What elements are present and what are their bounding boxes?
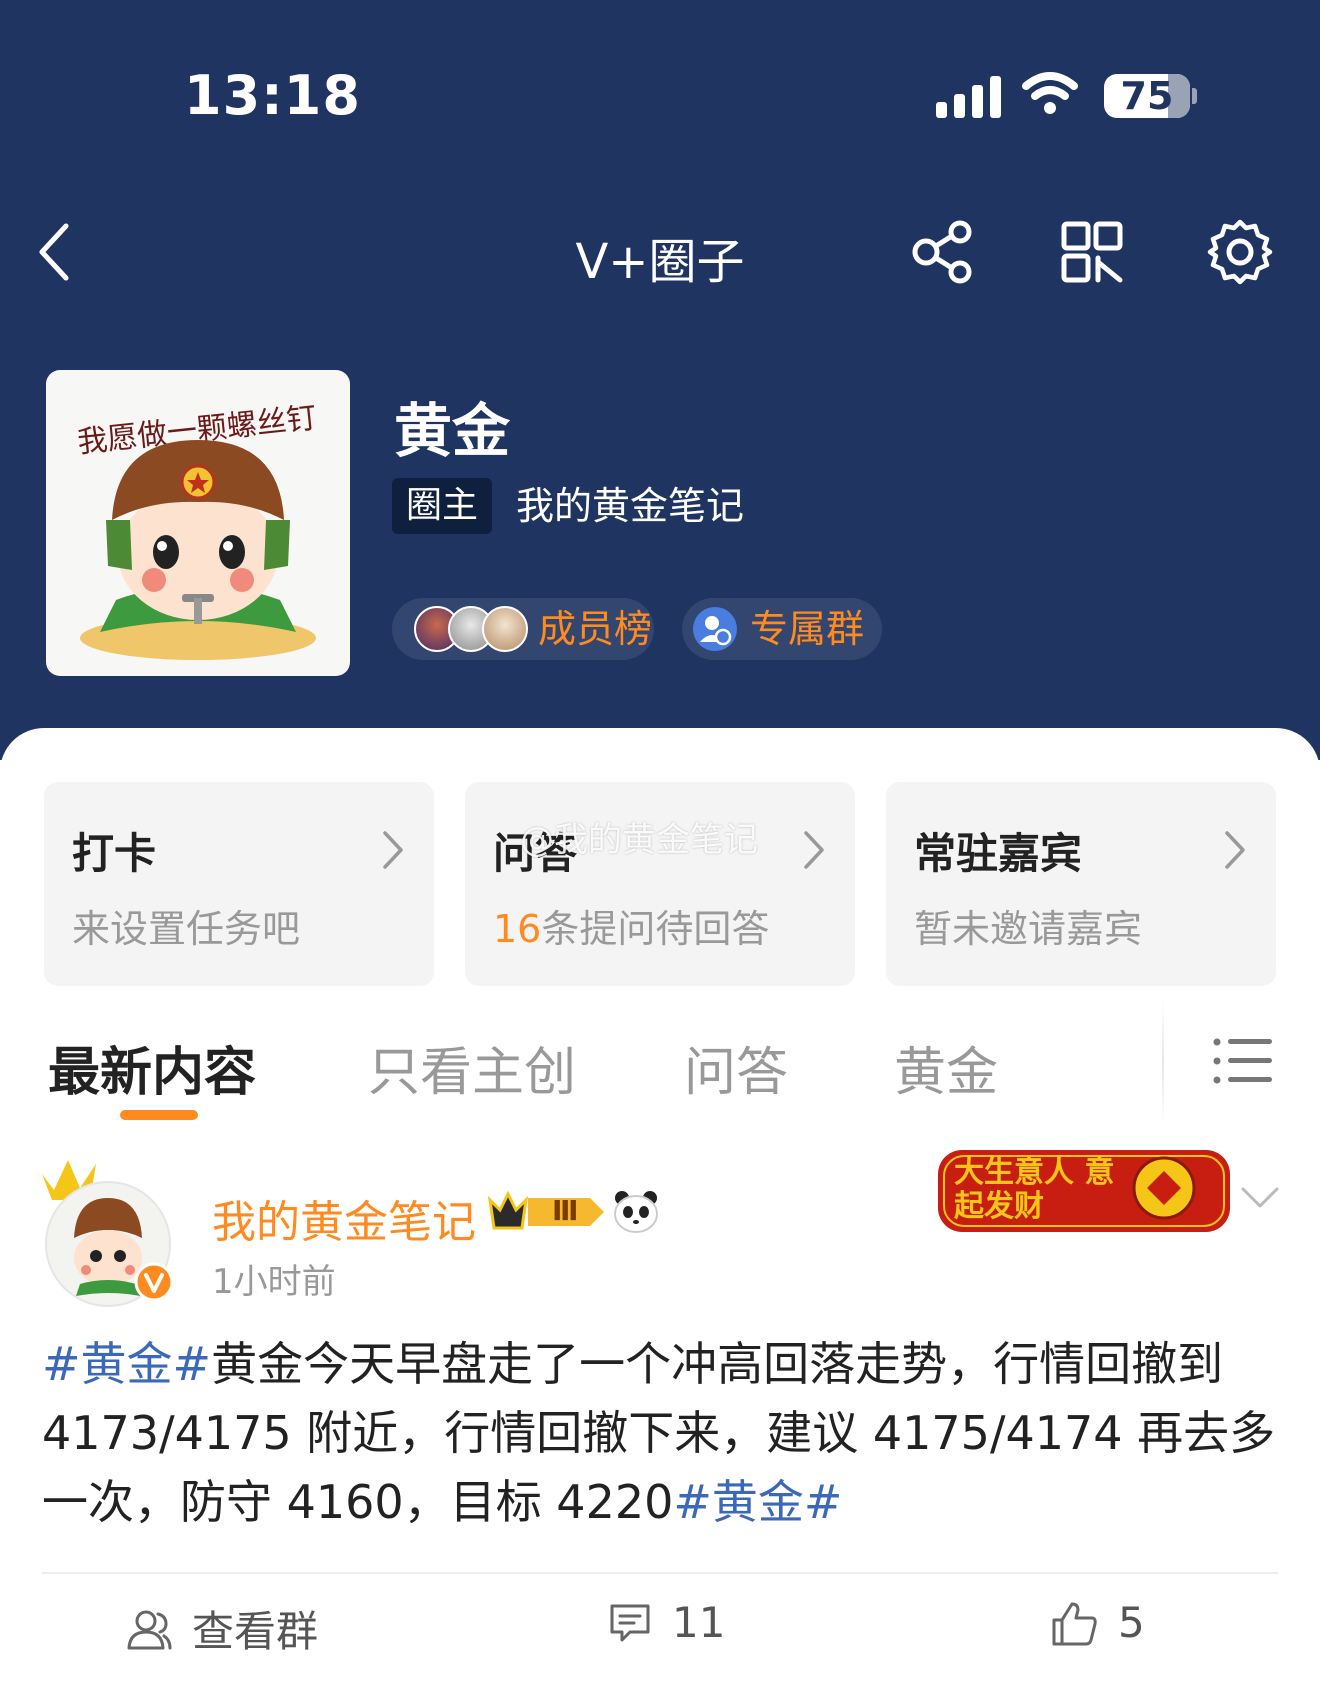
level-badge[interactable]: Ⅲ	[487, 1190, 606, 1238]
decorative-banner[interactable]: 大生意人 意起发财	[936, 1144, 1236, 1236]
owner-name[interactable]: 我的黄金笔记	[516, 480, 744, 532]
post-time: 1小时前	[212, 1262, 336, 1302]
signal-icon	[936, 74, 1004, 118]
tab-qa[interactable]: 问答	[684, 1030, 788, 1105]
members-label: 成员榜	[538, 607, 653, 651]
chevron-down-icon[interactable]	[1240, 1186, 1280, 1210]
chevron-right-icon	[1225, 831, 1245, 869]
comment-button[interactable]: 11	[608, 1598, 725, 1647]
topic-link[interactable]: #黄金#	[42, 1337, 211, 1391]
owner-tag: 圈主	[392, 478, 493, 534]
group-icon	[127, 1610, 172, 1649]
status-time: 13:18	[184, 64, 361, 127]
view-group-label: 查看群	[192, 1607, 319, 1656]
comment-icon	[610, 1604, 650, 1641]
menu-icon[interactable]	[1212, 1036, 1272, 1086]
member-avatars	[414, 606, 528, 652]
exclusive-group-button[interactable]: 专属群	[682, 598, 882, 660]
group-label: 专属群	[750, 607, 865, 651]
tab-creator-only[interactable]: 只看主创	[368, 1030, 576, 1105]
tab-gold[interactable]: 黄金	[894, 1030, 998, 1105]
post-content: #黄金#黄金今天早盘走了一个冲高回落走势，行情回撤到 4173/4175 附近，…	[42, 1330, 1282, 1537]
author-avatar[interactable]	[40, 1150, 180, 1310]
active-tab-indicator	[120, 1110, 198, 1120]
group-icon	[693, 607, 737, 651]
topic-link[interactable]: #黄金#	[673, 1475, 842, 1529]
chevron-right-icon	[383, 831, 403, 869]
post-author-name[interactable]: 我的黄金笔记	[212, 1186, 476, 1250]
comment-count: 11	[672, 1598, 726, 1647]
verified-badge-icon	[134, 1262, 174, 1302]
watermark: @我的黄金笔记	[520, 820, 758, 860]
divider	[42, 1572, 1278, 1574]
card-title: 常驻嘉宾	[914, 829, 1083, 878]
settings-icon[interactable]	[1206, 218, 1274, 286]
battery-cap	[1192, 88, 1197, 104]
thumbs-up-icon	[1052, 1602, 1097, 1645]
chevron-right-icon	[804, 831, 824, 869]
card-subtitle: 16条提问待回答	[493, 898, 769, 953]
cartoon-avatar-image: 我愿做一颗螺丝钉	[76, 401, 318, 660]
checkin-card[interactable]: 打卡 来设置任务吧	[44, 782, 434, 986]
battery-indicator: 75	[1104, 74, 1190, 118]
circle-name: 黄金	[394, 397, 511, 465]
like-count: 5	[1118, 1598, 1145, 1647]
share-icon[interactable]	[910, 218, 978, 286]
post-text: 黄金今天早盘走了一个冲高回落走势，行情回撤到 4173/4175 附近，行情回撤…	[42, 1337, 1276, 1529]
wifi-icon	[1022, 72, 1078, 114]
battery-level: 75	[1120, 74, 1174, 118]
pending-count: 16	[493, 907, 542, 951]
members-ranking-button[interactable]: 成员榜	[392, 598, 654, 660]
level-number: Ⅲ	[552, 1194, 579, 1227]
tab-divider	[1162, 1000, 1164, 1126]
card-subtitle: 暂未邀请嘉宾	[914, 907, 1143, 951]
view-group-button[interactable]: 查看群	[126, 1598, 318, 1659]
like-button[interactable]: 5	[1050, 1598, 1145, 1647]
card-title: 打卡	[72, 829, 157, 878]
banner-text: 大生意人 意起发财	[954, 1155, 1115, 1224]
qr-code-icon[interactable]	[1058, 218, 1126, 286]
guests-card[interactable]: 常驻嘉宾 暂未邀请嘉宾	[886, 782, 1276, 986]
card-subtitle-text: 条提问待回答	[541, 907, 770, 951]
card-subtitle: 来设置任务吧	[72, 907, 301, 951]
circle-avatar[interactable]: 我愿做一颗螺丝钉	[46, 370, 350, 676]
member-avatar-3	[482, 606, 528, 652]
tab-latest[interactable]: 最新内容	[48, 1030, 256, 1105]
panda-icon	[614, 1191, 658, 1233]
